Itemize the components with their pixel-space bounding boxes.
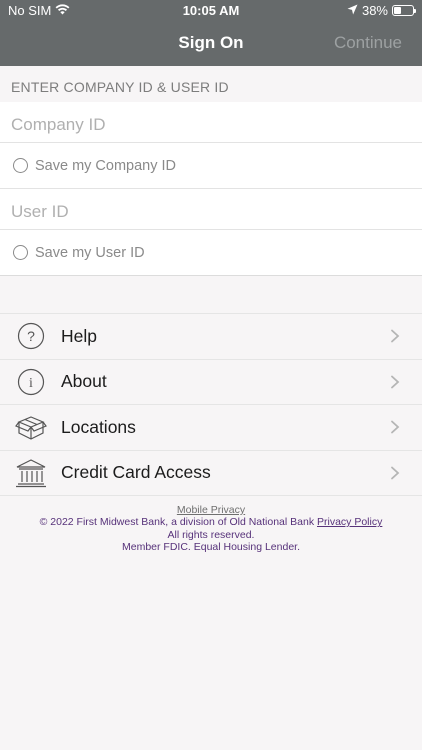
menu-item-label: Locations xyxy=(61,416,136,437)
status-bar: No SIM 10:05 AM 38% xyxy=(0,0,422,22)
privacy-policy-link[interactable]: Privacy Policy xyxy=(317,516,382,528)
chevron-right-icon xyxy=(390,375,400,389)
box-icon xyxy=(15,411,47,443)
company-id-row xyxy=(0,102,422,143)
copyright-text: © 2022 First Midwest Bank, a division of… xyxy=(39,516,315,529)
save-company-id-label: Save my Company ID xyxy=(35,157,177,174)
info-circle-icon: i xyxy=(15,366,47,398)
mobile-privacy-link[interactable]: Mobile Privacy xyxy=(177,504,245,516)
location-arrow-icon xyxy=(347,3,358,18)
save-user-id-label: Save my User ID xyxy=(35,244,145,261)
menu-list: ? Help i About Locations Credit Card Acc… xyxy=(0,313,422,496)
save-user-id-radio[interactable] xyxy=(13,245,28,260)
chevron-right-icon xyxy=(390,420,400,434)
battery-icon xyxy=(392,5,416,16)
menu-item-locations[interactable]: Locations xyxy=(0,405,422,451)
fdic-text: Member FDIC. Equal Housing Lender. xyxy=(121,540,300,553)
navigation-header: No SIM 10:05 AM 38% Sign On Continue xyxy=(0,0,422,66)
question-circle-icon: ? xyxy=(15,320,47,352)
form-section-header: ENTER COMPANY ID & USER ID xyxy=(11,79,229,95)
battery-nub xyxy=(414,9,416,13)
footer: Mobile Privacy © 2022 First Midwest Bank… xyxy=(0,504,422,553)
menu-item-label: About xyxy=(61,371,107,392)
rights-text: All rights reserved. xyxy=(167,528,255,541)
chevron-right-icon xyxy=(390,329,400,343)
svg-text:?: ? xyxy=(27,328,35,344)
bank-icon xyxy=(15,457,47,489)
menu-item-label: Credit Card Access xyxy=(61,462,211,483)
continue-button[interactable]: Continue xyxy=(334,33,402,53)
svg-text:i: i xyxy=(29,376,33,391)
status-right: 38% xyxy=(347,3,416,18)
save-company-id-row[interactable]: Save my Company ID xyxy=(0,143,422,189)
menu-item-about[interactable]: i About xyxy=(0,360,422,405)
menu-item-label: Help xyxy=(61,325,97,346)
save-user-id-row[interactable]: Save my User ID xyxy=(0,230,422,276)
chevron-right-icon xyxy=(390,466,400,480)
menu-item-help[interactable]: ? Help xyxy=(0,314,422,360)
save-company-id-radio[interactable] xyxy=(13,158,28,173)
sign-on-form: Save my Company ID Save my User ID xyxy=(0,102,422,276)
battery-fill xyxy=(394,7,401,14)
user-id-input[interactable] xyxy=(11,202,391,222)
battery-percent: 38% xyxy=(361,3,388,18)
menu-item-credit-card-access[interactable]: Credit Card Access xyxy=(0,451,422,496)
company-id-input[interactable] xyxy=(11,115,391,135)
user-id-row xyxy=(0,189,422,230)
